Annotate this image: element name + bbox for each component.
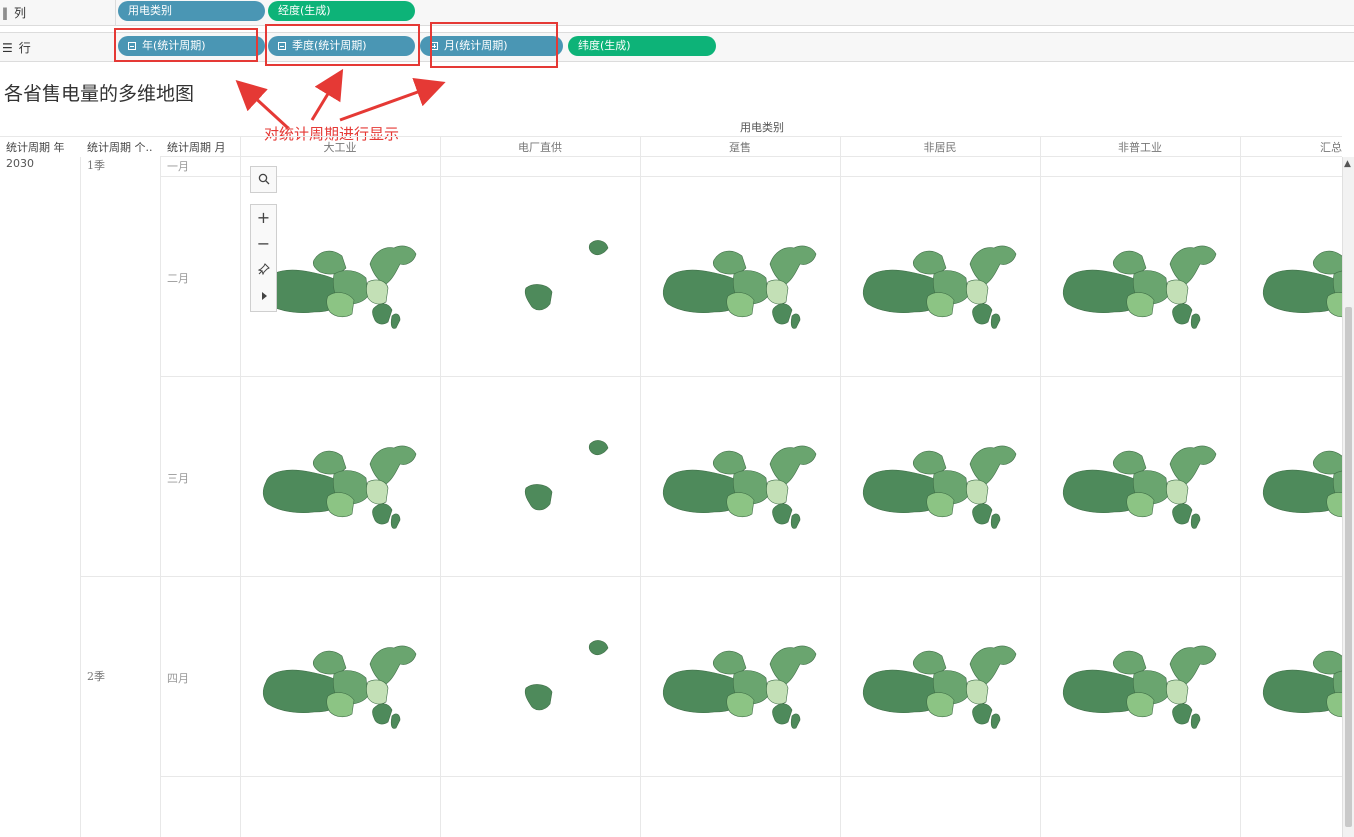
map-cell[interactable] (1062, 645, 1217, 729)
scroll-thumb[interactable] (1345, 307, 1352, 827)
map-cell[interactable] (524, 240, 609, 311)
vertical-scrollbar[interactable]: ▲ (1342, 157, 1354, 837)
map-cell[interactable] (862, 645, 1017, 729)
map-cell[interactable] (862, 445, 1017, 529)
map-cell[interactable] (662, 645, 817, 729)
map-cell[interactable] (524, 640, 609, 711)
search-icon[interactable] (251, 167, 276, 193)
zoom-out-icon[interactable]: − (251, 231, 276, 257)
map-cell[interactable] (262, 645, 417, 729)
map-cell[interactable] (1262, 645, 1342, 729)
scroll-up-icon[interactable]: ▲ (1344, 159, 1351, 169)
map-grid (262, 240, 1342, 729)
expand-arrow-icon[interactable] (251, 283, 276, 309)
map-zoom-tools: + − (250, 204, 277, 312)
map-cell[interactable] (662, 245, 817, 329)
map-cell[interactable] (524, 440, 609, 511)
pin-icon[interactable] (251, 257, 276, 283)
map-cell[interactable] (862, 245, 1017, 329)
map-cell[interactable] (262, 445, 417, 529)
map-cell[interactable] (662, 445, 817, 529)
map-cell[interactable] (1062, 245, 1217, 329)
map-search-tool[interactable] (250, 166, 277, 193)
zoom-in-icon[interactable]: + (251, 205, 276, 231)
map-cell[interactable] (1262, 245, 1342, 329)
map-cell[interactable] (1062, 445, 1217, 529)
map-cell[interactable] (262, 245, 417, 329)
map-cell[interactable] (1262, 445, 1342, 529)
